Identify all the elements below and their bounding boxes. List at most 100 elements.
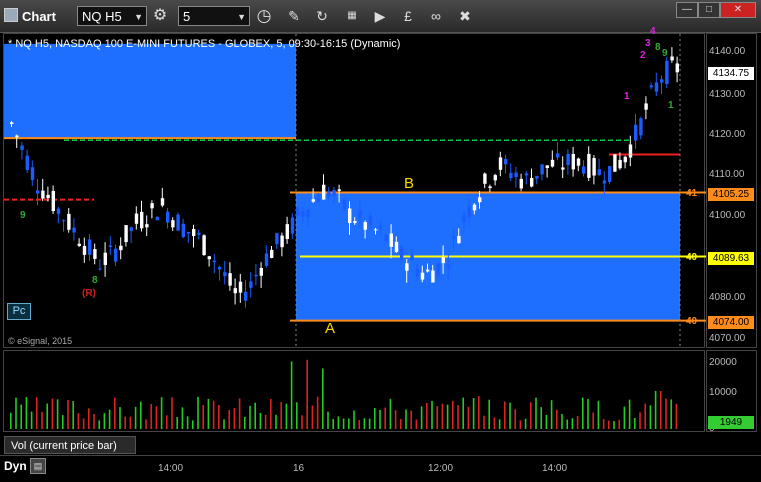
candle-body	[493, 175, 497, 181]
esignal-watermark: © eSignal, 2015	[8, 336, 73, 346]
candle-body	[462, 215, 466, 222]
volume-chart-svg	[10, 359, 678, 429]
candle-body	[322, 184, 326, 200]
volume-bar	[254, 402, 256, 429]
annotation-a: A	[325, 320, 336, 337]
volume-bar	[150, 404, 152, 429]
volume-tick: 20000	[709, 357, 737, 368]
volume-bar	[62, 415, 64, 429]
volume-bar	[405, 409, 407, 429]
volume-bar	[457, 405, 459, 429]
level-price-label: 4089.63	[708, 252, 754, 265]
candle-body	[264, 253, 269, 266]
candle-body	[316, 197, 321, 203]
interval-dropdown-icon: ▼	[237, 12, 246, 22]
settings-icon[interactable]: ⚙	[150, 6, 170, 26]
zoom-icon[interactable]: ▤	[30, 458, 46, 474]
candle-body	[561, 167, 565, 170]
volume-bar	[561, 413, 563, 429]
volume-bar	[493, 417, 496, 429]
pencil-icon[interactable]: ✎	[284, 6, 304, 26]
current-price-label: 4134.75	[708, 67, 754, 80]
volume-study-label[interactable]: Vol (current price bar)	[4, 436, 136, 454]
link-icon[interactable]: ∞	[426, 6, 446, 26]
volume-bar	[41, 411, 43, 429]
volume-bar	[410, 410, 412, 429]
price-tick: 4130.00	[709, 89, 746, 100]
price-panel[interactable]	[3, 33, 706, 349]
volume-bar	[509, 402, 511, 429]
dyn-label[interactable]: Dyn	[4, 459, 27, 473]
data-window-icon[interactable]: ▦	[342, 6, 362, 26]
volume-panel[interactable]	[3, 350, 705, 432]
count-label: 9	[20, 210, 26, 221]
time-axis[interactable]: 14:00 16 12:00 14:00	[0, 455, 761, 482]
volume-bar	[88, 408, 90, 429]
level-price-label: 4105.25	[708, 188, 754, 201]
candle-body	[62, 220, 66, 222]
volume-bar	[218, 405, 220, 429]
volume-bar	[306, 359, 308, 429]
refresh-icon[interactable]: ↻	[312, 6, 332, 26]
app-title: Chart	[4, 8, 56, 24]
play-icon[interactable]: ▶	[370, 6, 390, 26]
volume-bar	[280, 401, 282, 429]
level-stub: 41	[686, 188, 698, 199]
close-chart-icon[interactable]: ✖	[455, 6, 475, 26]
candle-body	[233, 288, 237, 294]
volume-bar	[327, 411, 329, 429]
candle-body	[202, 235, 206, 256]
candle-body	[436, 263, 440, 277]
volume-bar	[166, 415, 168, 429]
candle-body	[244, 291, 248, 301]
candle-body	[587, 153, 591, 178]
current-volume-label: 1949	[708, 416, 754, 429]
app-title-text: Chart	[22, 9, 56, 24]
price-tick: 4080.00	[709, 292, 746, 303]
close-window-icon[interactable]: ✕	[720, 2, 756, 18]
candle-body	[218, 266, 222, 270]
candle-body	[446, 264, 451, 269]
volume-bar	[654, 391, 657, 429]
candle-body	[160, 198, 165, 206]
candle-body	[498, 157, 503, 170]
volume-bar	[472, 398, 475, 429]
time-tick: 16	[293, 463, 305, 474]
volume-bar	[602, 419, 605, 429]
pc-label[interactable]: Pc	[7, 303, 31, 320]
volume-bar	[628, 399, 631, 429]
candle-body	[514, 172, 518, 178]
candle-body	[207, 256, 211, 260]
symbol-combo[interactable]: NQ H5 ▼	[77, 6, 147, 26]
interval-combo[interactable]: 5 ▼	[178, 6, 250, 26]
volume-bar	[108, 409, 111, 429]
volume-bar	[337, 416, 340, 429]
volume-bar	[270, 398, 272, 429]
candle-body	[306, 209, 310, 218]
volume-bar	[524, 418, 527, 429]
maximize-icon[interactable]: □	[698, 2, 720, 18]
minimize-icon[interactable]: —	[676, 2, 698, 18]
candle-body	[197, 232, 201, 235]
candle-body	[72, 227, 76, 233]
clock-icon[interactable]: ◷	[254, 6, 274, 26]
candle-body	[597, 169, 601, 176]
volume-bar	[181, 407, 184, 429]
volume-bar	[72, 400, 74, 429]
volume-bar	[639, 412, 641, 429]
count-label: 9	[662, 48, 668, 59]
symbol-dropdown-icon: ▼	[134, 12, 143, 22]
candle-body	[301, 211, 305, 217]
candle-body	[379, 226, 383, 229]
volume-bar	[608, 420, 610, 429]
level-stub: 40	[686, 252, 698, 263]
volume-bar	[368, 418, 371, 429]
symbol-value: NQ H5	[82, 9, 122, 24]
volume-bar	[238, 398, 241, 429]
volume-bar	[244, 416, 246, 429]
volume-bar	[176, 416, 178, 429]
candle-body	[140, 211, 144, 229]
candle-body	[571, 153, 575, 170]
candle-body	[254, 274, 258, 277]
currency-icon[interactable]: £	[398, 6, 418, 26]
